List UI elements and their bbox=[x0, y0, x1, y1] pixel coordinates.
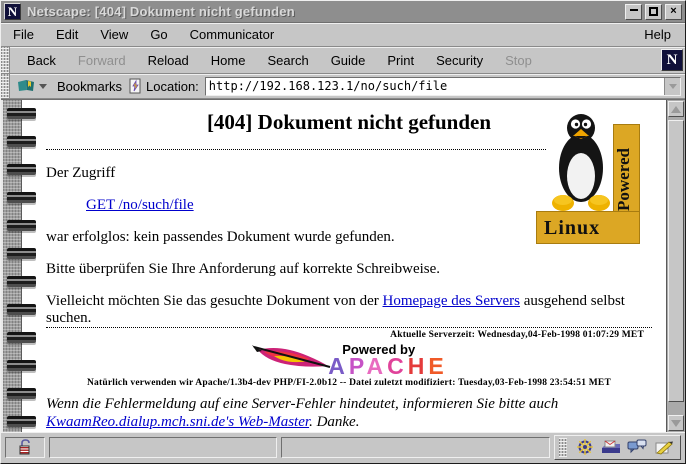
url-input[interactable] bbox=[206, 78, 664, 95]
stop-button: Stop bbox=[494, 49, 543, 72]
menu-edit[interactable]: Edit bbox=[56, 27, 78, 42]
url-history-dropdown[interactable] bbox=[664, 78, 680, 95]
print-button[interactable]: Print bbox=[376, 49, 425, 72]
apache-letter: E bbox=[428, 353, 447, 379]
window-title: Netscape: [404] Dokument nicht gefunden bbox=[27, 4, 622, 19]
last-modified-text: Natürlich verwenden wir Apache/1.3b4-dev… bbox=[46, 378, 652, 388]
horizontal-rule-bottom bbox=[46, 327, 652, 328]
scrollbar-track[interactable] bbox=[668, 118, 684, 414]
tux-penguin-icon bbox=[550, 106, 612, 218]
apache-letter: A bbox=[367, 353, 388, 379]
apache-logo: Powered by APACHE bbox=[46, 342, 652, 377]
footer-note: Wenn die Fehlermeldung auf eine Server-F… bbox=[46, 395, 652, 432]
spiral-binding-graphic bbox=[1, 100, 22, 432]
menu-help[interactable]: Help bbox=[644, 27, 671, 42]
scrollbar-thumb[interactable] bbox=[668, 120, 684, 402]
homepage-link[interactable]: Homepage des Servers bbox=[383, 293, 520, 309]
maximize-button[interactable] bbox=[645, 4, 662, 20]
footer-note-pre: Wenn die Fehlermeldung auf eine Server-F… bbox=[46, 396, 558, 412]
search-button[interactable]: Search bbox=[256, 49, 319, 72]
paragraph-vielleicht: Vielleicht möchten Sie das gesuchte Doku… bbox=[46, 293, 652, 327]
composer-pen-icon bbox=[653, 439, 673, 455]
reload-button[interactable]: Reload bbox=[137, 49, 200, 72]
vertical-scrollbar[interactable] bbox=[666, 100, 685, 432]
title-bar[interactable]: N Netscape: [404] Dokument nicht gefunde… bbox=[1, 1, 685, 23]
composer-button[interactable] bbox=[650, 438, 676, 457]
status-bar bbox=[1, 432, 685, 463]
paragraph-vielleicht-pre: Vielleicht möchten Sie das gesuchte Doku… bbox=[46, 293, 383, 309]
apache-letter: P bbox=[349, 353, 367, 379]
back-button[interactable]: Back bbox=[16, 49, 67, 72]
arrow-up-icon bbox=[671, 106, 681, 113]
status-message-panel bbox=[281, 437, 550, 458]
home-button[interactable]: Home bbox=[200, 49, 257, 72]
apache-word: APACHE bbox=[328, 357, 447, 377]
bookmarks-icon[interactable] bbox=[16, 78, 38, 94]
inbox-icon bbox=[600, 439, 622, 455]
badge-powered-label: Powered bbox=[614, 130, 639, 230]
close-button[interactable]: × bbox=[665, 4, 682, 20]
minimize-button[interactable] bbox=[625, 4, 642, 20]
guide-button[interactable]: Guide bbox=[320, 49, 377, 72]
location-label: Location: bbox=[146, 79, 199, 94]
maximize-icon bbox=[649, 7, 658, 16]
bookmarks-label[interactable]: Bookmarks bbox=[57, 79, 122, 94]
browser-viewport: [404] Dokument nicht gefunden Powered Li… bbox=[1, 99, 685, 432]
speech-bubbles-icon bbox=[627, 439, 647, 455]
netscape-logo-icon[interactable]: N bbox=[661, 49, 683, 71]
security-button[interactable]: Security bbox=[425, 49, 494, 72]
menu-bar: File Edit View Go Communicator Help bbox=[1, 23, 685, 47]
apache-letter: A bbox=[328, 353, 349, 379]
apache-logo-text: Powered by APACHE bbox=[328, 342, 447, 377]
paragraph-ueberpruefen: Bitte überprüfen Sie Ihre Anforderung au… bbox=[46, 261, 652, 278]
badge-linux-label: Linux bbox=[544, 217, 600, 240]
url-field-wrap bbox=[205, 77, 681, 96]
close-icon: × bbox=[670, 6, 676, 17]
netscape-window-icon: N bbox=[4, 3, 21, 20]
component-bar-grip[interactable] bbox=[559, 438, 567, 457]
toolbar-grip[interactable] bbox=[1, 47, 10, 73]
scroll-up-button[interactable] bbox=[668, 101, 684, 117]
location-bar: Bookmarks Location: bbox=[1, 74, 685, 99]
progress-panel bbox=[49, 437, 277, 458]
navigator-button[interactable] bbox=[572, 438, 598, 457]
mailbox-button[interactable] bbox=[598, 438, 624, 457]
linux-powered-badge: Powered Linux bbox=[536, 104, 640, 244]
scroll-down-button[interactable] bbox=[668, 415, 684, 431]
location-bar-grip[interactable] bbox=[1, 74, 10, 98]
location-page-icon[interactable] bbox=[128, 78, 142, 94]
menu-go[interactable]: Go bbox=[150, 27, 167, 42]
menu-file[interactable]: File bbox=[13, 27, 34, 42]
apache-letter: C bbox=[387, 353, 408, 379]
menu-communicator[interactable]: Communicator bbox=[190, 27, 275, 42]
arrow-down-icon bbox=[671, 420, 681, 427]
apache-letter: H bbox=[408, 353, 429, 379]
minimize-icon bbox=[630, 8, 638, 11]
request-link[interactable]: GET /no/such/file bbox=[86, 197, 194, 213]
footer-note-post: . Danke. bbox=[309, 414, 359, 430]
chevron-down-icon bbox=[669, 84, 677, 89]
webmaster-link[interactable]: KwaamReo.dialup.mch.sni.de's Web-Master bbox=[46, 414, 309, 430]
netscape-window: N Netscape: [404] Dokument nicht gefunde… bbox=[0, 0, 686, 464]
navigation-toolbar: Back Forward Reload Home Search Guide Pr… bbox=[1, 47, 685, 74]
server-time-text: Aktuelle Serverzeit: Wednesday,04-Feb-19… bbox=[46, 330, 644, 340]
security-indicator[interactable] bbox=[5, 437, 45, 458]
error-page: [404] Dokument nicht gefunden Powered Li… bbox=[22, 100, 666, 432]
menu-view[interactable]: View bbox=[100, 27, 128, 42]
bookmarks-dropdown-icon[interactable] bbox=[39, 84, 47, 89]
unlocked-padlock-icon bbox=[18, 439, 32, 455]
ship-wheel-icon bbox=[575, 438, 595, 456]
forward-button: Forward bbox=[67, 49, 137, 72]
discussions-button[interactable] bbox=[624, 438, 650, 457]
component-bar bbox=[554, 435, 681, 460]
horizontal-rule-top bbox=[46, 149, 546, 150]
